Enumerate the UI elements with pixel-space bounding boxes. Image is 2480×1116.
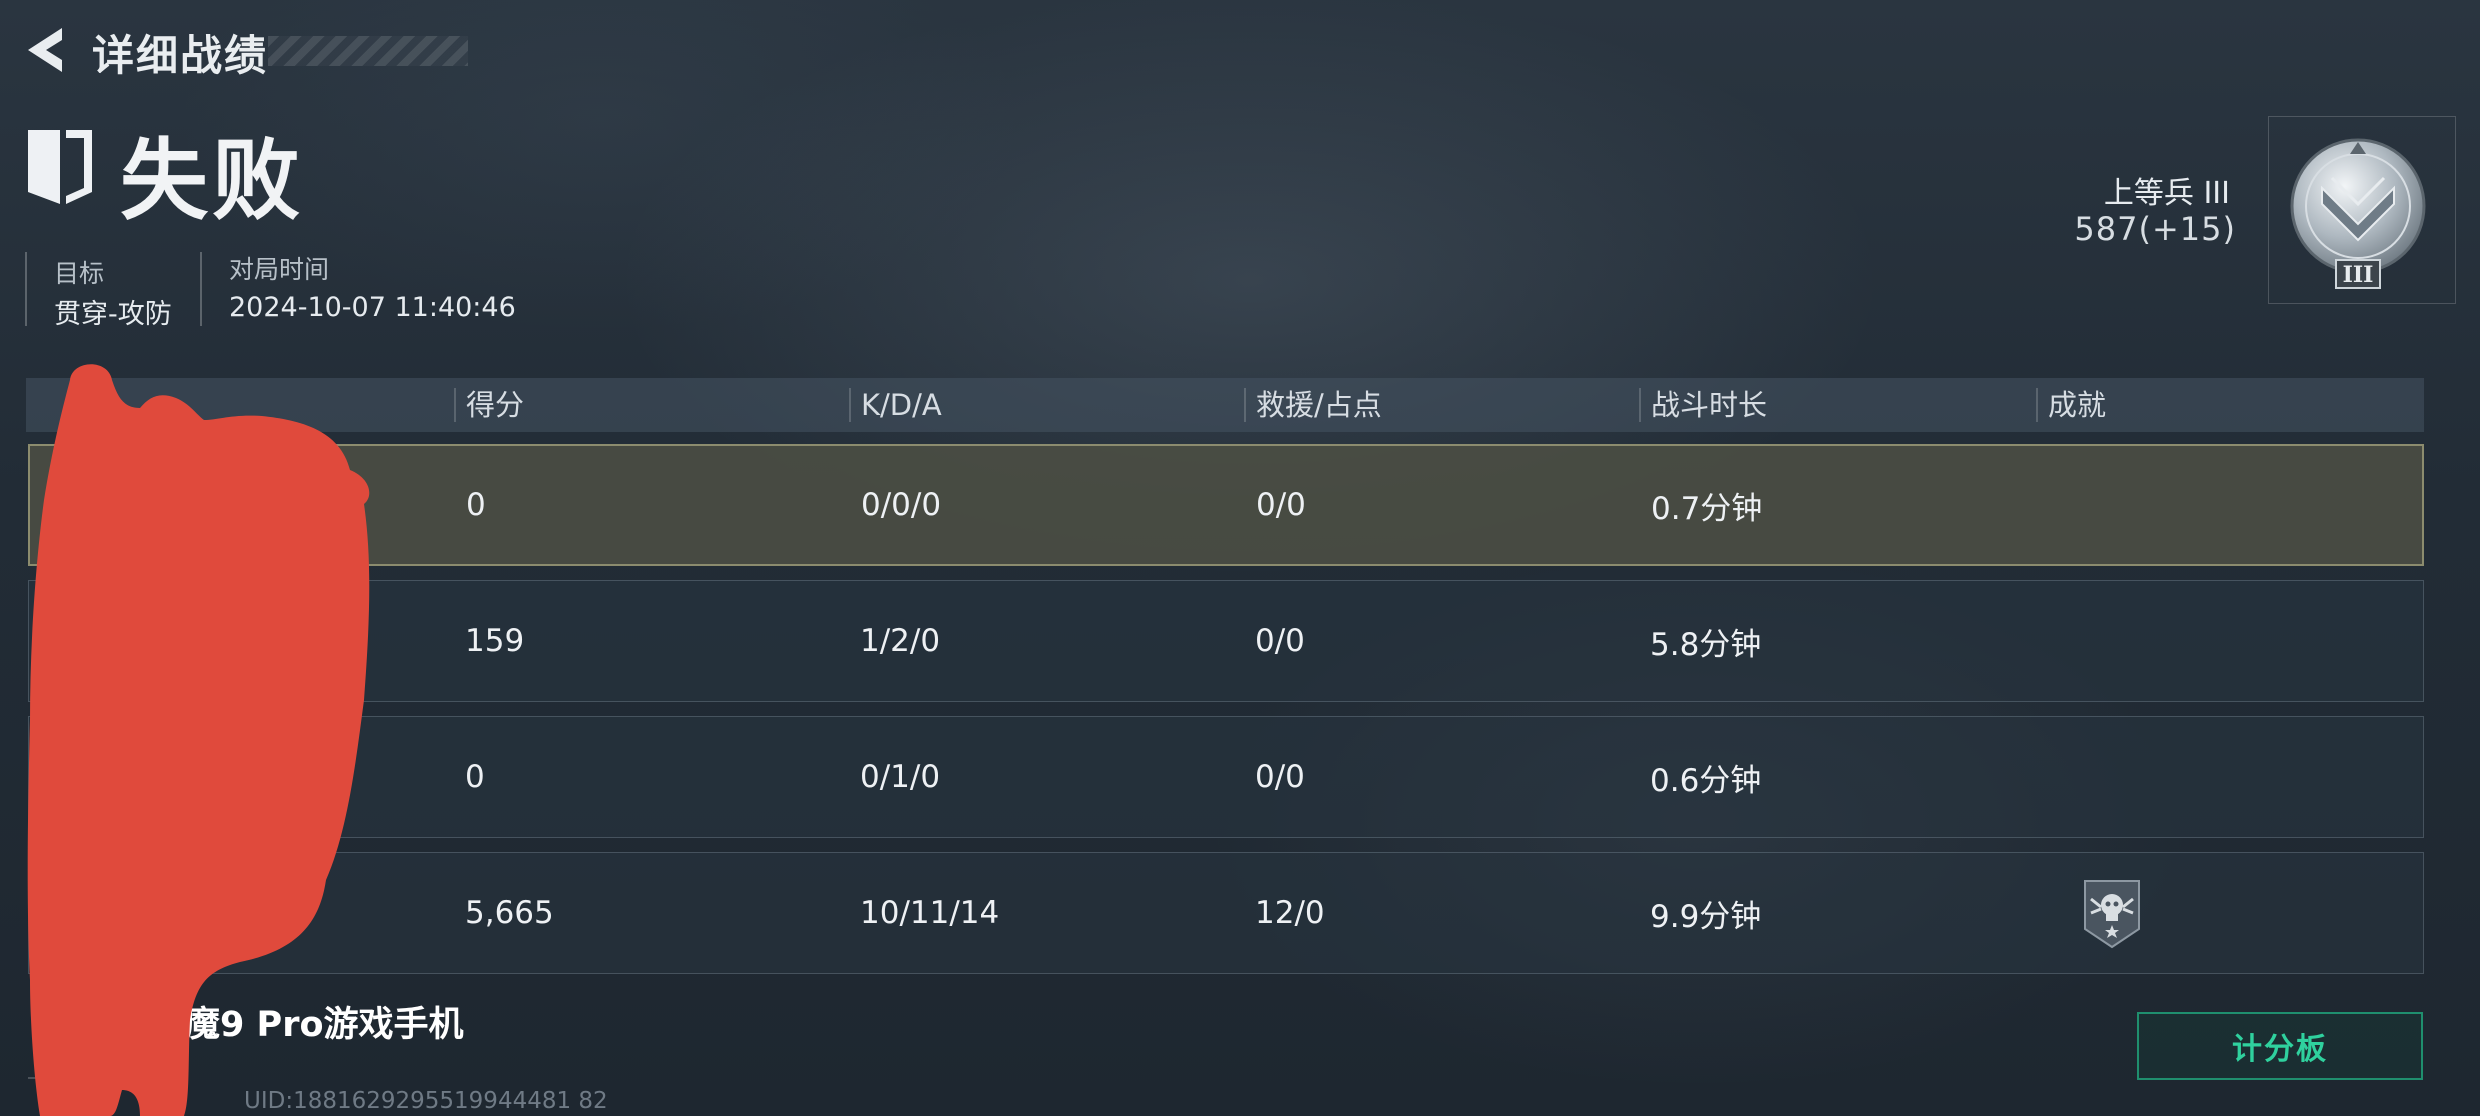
rescue-cell: 0/0 bbox=[1255, 623, 1305, 659]
score-cell: 5,665 bbox=[465, 895, 554, 931]
rank-numeral: III bbox=[2343, 262, 2374, 288]
score-cell: 0 bbox=[466, 487, 486, 523]
column-header-rescue: 救援/占点 bbox=[1256, 388, 1382, 422]
duration-cell: 9.9分钟 bbox=[1650, 898, 1762, 935]
scoreboard-button[interactable]: 计分板 bbox=[2137, 1012, 2423, 1080]
skull-emblem-icon[interactable] bbox=[2079, 877, 2145, 951]
score-cell: 0 bbox=[465, 759, 485, 795]
column-header-duration: 战斗时长 bbox=[1651, 388, 1768, 422]
rank-score: 587(+15) bbox=[2074, 210, 2236, 248]
column-header-kda: K/D/A bbox=[861, 388, 942, 422]
score-cell: 159 bbox=[465, 623, 525, 659]
kda-cell: 0/1/0 bbox=[860, 759, 941, 795]
duration-cell: 0.6分钟 bbox=[1650, 762, 1762, 799]
rank-badge-icon: III bbox=[2290, 138, 2426, 289]
kda-cell: 10/11/14 bbox=[860, 895, 1000, 931]
column-header-score: 得分 bbox=[466, 388, 525, 422]
rescue-cell: 0/0 bbox=[1256, 487, 1306, 523]
column-header-achievement: 成就 bbox=[2048, 388, 2107, 422]
kda-cell: 1/2/0 bbox=[860, 623, 941, 659]
redaction-overlay bbox=[27, 364, 370, 1116]
rescue-cell: 12/0 bbox=[1255, 895, 1325, 931]
rescue-cell: 0/0 bbox=[1255, 759, 1305, 795]
duration-cell: 5.8分钟 bbox=[1650, 626, 1762, 663]
duration-cell: 0.7分钟 bbox=[1651, 490, 1763, 527]
rank-name: 上等兵 III bbox=[2103, 176, 2230, 211]
kda-cell: 0/0/0 bbox=[861, 487, 942, 523]
